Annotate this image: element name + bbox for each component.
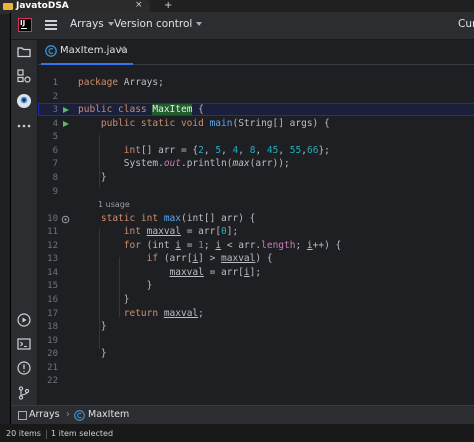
services-icon[interactable] <box>16 312 32 328</box>
run-main-icon[interactable] <box>63 121 69 127</box>
code-line-12: for (int i = 1; i < arr.length; i++) { <box>123 240 342 251</box>
line-number: 4 <box>52 119 58 129</box>
status-divider <box>46 430 47 439</box>
line-number: 1 <box>52 78 58 88</box>
code-editor[interactable]: 1 2 3 4 5 6 7 8 9 10 11 12 13 14 15 16 1… <box>38 65 474 405</box>
line-number: 19 <box>47 336 58 346</box>
ide-window: IJ Arrays Version control Cur <box>10 12 474 425</box>
code-line-4: public static void main(String[] args) { <box>100 118 330 129</box>
java-class-icon <box>74 410 85 421</box>
code-line-15: } <box>146 280 153 291</box>
line-number: 15 <box>47 281 58 291</box>
line-number: 13 <box>47 254 58 264</box>
main-menu-button[interactable] <box>45 20 57 30</box>
run-class-icon[interactable] <box>63 107 69 113</box>
code-line-13: if (arr[i] > maxval) { <box>146 253 273 264</box>
os-tab-title: JavatoDSA <box>16 1 69 11</box>
tab-maxitem-java[interactable]: MaxItem.java × <box>41 40 133 65</box>
line-number: 8 <box>52 173 58 183</box>
line-number: 6 <box>52 146 58 156</box>
line-number: 11 <box>47 227 58 237</box>
title-bar: IJ Arrays Version control Cur <box>11 12 474 40</box>
code-line-6: int[] arr = {2, 5, 4, 8, 45, 55,66}; <box>123 145 330 156</box>
avatar-icon[interactable] <box>16 93 32 109</box>
java-class-icon <box>45 45 57 57</box>
code-line-7: System.out.println(max(arr)); <box>123 158 290 169</box>
breadcrumb-class[interactable]: MaxItem <box>88 409 129 420</box>
close-icon[interactable]: × <box>135 0 143 10</box>
new-tab-button[interactable]: + <box>164 0 172 11</box>
line-number: 9 <box>52 187 58 197</box>
line-number: 21 <box>47 363 58 373</box>
more-icon[interactable] <box>16 118 32 134</box>
code-line-20: } <box>100 348 107 359</box>
run-config-label[interactable]: Cur <box>458 18 474 30</box>
terminal-icon[interactable] <box>16 336 32 352</box>
selection-count: 1 item selected <box>51 429 114 438</box>
line-number: 14 <box>47 268 58 278</box>
code-line-11: int maxval = arr[0]; <box>123 226 239 237</box>
vcs-menu-label: Version control <box>114 18 193 30</box>
problems-icon[interactable] <box>16 360 32 376</box>
project-menu-label: Arrays <box>70 18 104 30</box>
chevron-right-icon: › <box>66 409 70 420</box>
code-line-3: public class MaxItem { <box>78 104 204 115</box>
close-icon[interactable]: × <box>118 44 126 55</box>
line-number: 2 <box>52 92 58 102</box>
app-logo-icon[interactable]: IJ <box>18 18 32 32</box>
chevron-down-icon <box>196 22 203 26</box>
line-number: 17 <box>47 309 58 319</box>
code-line-16: } <box>123 294 130 305</box>
line-number: 5 <box>52 132 58 142</box>
line-number: 16 <box>47 295 58 305</box>
code-line-17: return maxval; <box>123 308 204 319</box>
structure-icon[interactable] <box>16 68 32 84</box>
folder-icon[interactable] <box>16 44 32 60</box>
explorer-status-bar: 20 items 1 item selected <box>0 424 474 442</box>
item-count: 20 items <box>6 429 41 438</box>
tool-window-bar <box>11 40 38 405</box>
line-number: 18 <box>47 322 58 332</box>
line-number: 12 <box>47 241 58 251</box>
editor-tab-bar: MaxItem.java × <box>38 40 474 65</box>
breadcrumb-package[interactable]: Arrays <box>29 409 60 420</box>
usage-hint[interactable]: 1 usage <box>98 200 130 209</box>
line-number: 10 <box>47 214 58 224</box>
code-line-1: package Arrays; <box>78 77 164 88</box>
git-icon[interactable] <box>16 385 32 401</box>
breadcrumb: Arrays › MaxItem <box>11 405 474 425</box>
method-marker-icon[interactable] <box>61 215 70 224</box>
folder-icon <box>3 3 13 10</box>
chevron-down-icon <box>107 22 114 26</box>
code-line-18: } <box>100 321 107 332</box>
line-number: 3 <box>52 105 58 115</box>
code-line-14: maxval = arr[i]; <box>169 267 262 278</box>
vcs-menu[interactable]: Version control <box>114 18 203 30</box>
code-line-10: static int max(int[] arr) { <box>100 213 256 224</box>
project-menu[interactable]: Arrays <box>70 18 114 30</box>
line-number: 7 <box>52 159 58 169</box>
package-icon <box>18 411 27 420</box>
line-number: 22 <box>47 376 58 386</box>
line-number: 20 <box>47 349 58 359</box>
code-line-8: } <box>100 172 107 183</box>
